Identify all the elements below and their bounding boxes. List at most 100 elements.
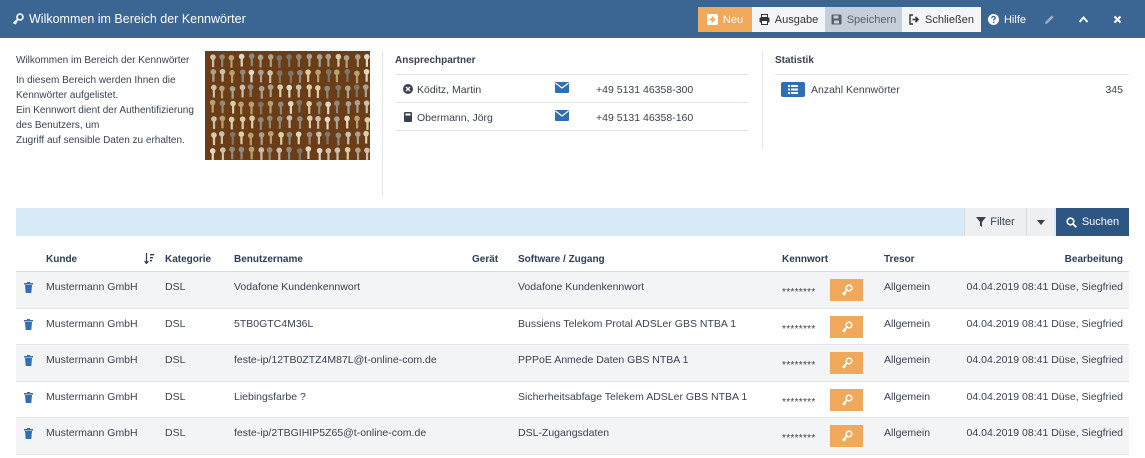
print-icon bbox=[759, 14, 770, 25]
table-header: Kunde Kategorie Benutzername Gerät Softw… bbox=[16, 248, 1129, 272]
filter-button-label: Filter bbox=[990, 216, 1015, 228]
cell-kunde: Mustermann GmbH bbox=[46, 317, 138, 330]
table-row[interactable]: Mustermann GmbH DSL feste-ip/2TBGIHIP5Z65@… bbox=[16, 418, 1129, 455]
cell-kennwort: ******** bbox=[782, 360, 816, 371]
contact-name: Köditz, Martin bbox=[417, 84, 482, 96]
filter-button[interactable]: Filter bbox=[964, 208, 1026, 236]
cell-benutzername: 5TB0GTC4M36L bbox=[234, 317, 314, 330]
sort-icon[interactable] bbox=[144, 253, 154, 264]
reveal-password-button[interactable] bbox=[830, 425, 863, 447]
column-header-kunde[interactable]: Kunde bbox=[46, 254, 77, 265]
reveal-password-button[interactable] bbox=[830, 315, 863, 338]
intro-paragraph: Ein Kennwort dient der Authentifizierung… bbox=[16, 105, 194, 131]
stat-row: Anzahl Kennwörter 345 bbox=[775, 75, 1129, 104]
intro-heading: Wilkommen im Bereich der Kennwörter bbox=[16, 55, 190, 66]
help-button[interactable]: Hilfe bbox=[983, 7, 1031, 32]
cell-tresor: Allgemein bbox=[884, 281, 931, 293]
new-button-label: Neu bbox=[722, 13, 744, 26]
trash-icon[interactable] bbox=[24, 282, 33, 293]
cell-software: Bussiens Telekom Protal ADSLer GBS NTBA … bbox=[518, 317, 737, 330]
output-button-label: Ausgabe bbox=[774, 13, 819, 26]
cell-software: PPPoE Anmede Daten GBS NTBA 1 bbox=[518, 354, 689, 366]
column-header-tresor[interactable]: Tresor bbox=[884, 254, 915, 265]
column-header-bearbeitung[interactable]: Bearbeitung bbox=[1065, 254, 1123, 265]
cell-kennwort: ******** bbox=[782, 396, 816, 408]
envelope-icon[interactable] bbox=[555, 82, 569, 93]
pencil-icon bbox=[1044, 15, 1054, 24]
table-row[interactable]: Mustermann GmbH DSL feste-ip/12TB0ZTZ4M87L… bbox=[16, 345, 1129, 382]
table-row[interactable]: Mustermann GmbH DSL Vodafone Kundenkennwor… bbox=[16, 272, 1129, 309]
cell-kunde: Mustermann GmbH bbox=[46, 281, 138, 293]
search-button-label: Suchen bbox=[1081, 216, 1120, 228]
collapse-button[interactable] bbox=[1070, 7, 1096, 32]
stat-label: Anzahl Kennwörter bbox=[811, 84, 900, 96]
column-header-software[interactable]: Software / Zugang bbox=[518, 254, 605, 265]
stat-value: 345 bbox=[1105, 84, 1123, 96]
keys-image bbox=[205, 51, 370, 160]
close-button[interactable]: Schließen bbox=[902, 7, 981, 32]
page-title: Wilkommen im Bereich der Kennwörter bbox=[12, 12, 246, 26]
cell-software: DSL-Zugangsdaten bbox=[518, 427, 610, 439]
window-close-button[interactable] bbox=[1104, 7, 1130, 32]
cell-benutzername: feste-ip/2TBGIHIP5Z65@t-online-com.de bbox=[234, 427, 427, 439]
contact-name: Obermann, Jörg bbox=[417, 112, 493, 124]
contact-row: Obermann, Jörg +49 5131 46358-160 bbox=[395, 103, 749, 131]
cell-kunde: Mustermann GmbH bbox=[46, 354, 138, 366]
cell-kategorie: DSL bbox=[165, 317, 186, 330]
contact-phone: +49 5131 46358-160 bbox=[596, 112, 694, 124]
filter-icon bbox=[976, 217, 987, 227]
cell-tresor: Allgemein bbox=[884, 390, 931, 403]
column-header-kategorie[interactable]: Kategorie bbox=[165, 254, 211, 265]
reveal-password-button[interactable] bbox=[830, 352, 863, 374]
cell-benutzername: feste-ip/12TB0ZTZ4M87L@t-online-com.de bbox=[234, 354, 437, 366]
trash-icon[interactable] bbox=[24, 355, 33, 366]
list-icon bbox=[788, 85, 798, 94]
list-badge bbox=[781, 82, 805, 97]
statistics-panel: Statistik Anzahl Kennwörter 345 bbox=[775, 55, 1129, 104]
trash-icon[interactable] bbox=[24, 318, 33, 330]
key-icon bbox=[841, 430, 853, 442]
question-circle-icon bbox=[987, 14, 999, 25]
intro-paragraph: Zugriff auf sensible Daten zu erhalten. bbox=[16, 135, 185, 146]
cell-tresor: Allgemein bbox=[884, 427, 931, 439]
save-icon bbox=[831, 14, 842, 25]
divider bbox=[382, 51, 383, 196]
divider bbox=[762, 51, 763, 149]
filter-dropdown-toggle[interactable] bbox=[1026, 208, 1054, 236]
close-button-label: Schließen bbox=[925, 13, 974, 26]
trash-icon[interactable] bbox=[24, 428, 33, 439]
cell-kennwort: ******** bbox=[782, 287, 816, 298]
contact-phone: +49 5131 46358-300 bbox=[596, 84, 694, 96]
column-header-kennwort[interactable]: Kennwort bbox=[782, 254, 828, 265]
save-button[interactable]: Speichern bbox=[825, 7, 902, 32]
sign-out-icon bbox=[909, 14, 920, 25]
output-button[interactable]: Ausgabe bbox=[752, 7, 825, 32]
key-icon bbox=[841, 284, 853, 296]
column-header-geraet[interactable]: Gerät bbox=[472, 254, 498, 265]
help-button-label: Hilfe bbox=[1003, 13, 1026, 26]
table-row[interactable]: Mustermann GmbH DSL Liebingsfarbe ? Sicherh… bbox=[16, 382, 1129, 418]
contacts-panel: Ansprechpartner Köditz, Martin +49 5131 … bbox=[395, 55, 749, 131]
cell-kunde: Mustermann GmbH bbox=[46, 427, 138, 439]
edit-button[interactable] bbox=[1036, 7, 1062, 32]
search-button[interactable]: Suchen bbox=[1056, 208, 1129, 236]
cell-kategorie: DSL bbox=[165, 390, 186, 403]
cell-kennwort: ******** bbox=[782, 433, 816, 444]
close-icon bbox=[1113, 15, 1121, 24]
reveal-password-button[interactable] bbox=[830, 279, 863, 301]
reveal-password-button[interactable] bbox=[830, 388, 863, 411]
envelope-icon[interactable] bbox=[555, 110, 569, 121]
chevron-up-icon bbox=[1078, 15, 1088, 23]
cell-bearbeitung: 04.04.2019 08:41 Düse, Siegfried bbox=[966, 390, 1123, 403]
key-icon bbox=[12, 13, 24, 25]
column-header-benutzername[interactable]: Benutzername bbox=[234, 254, 303, 265]
key-icon bbox=[841, 393, 853, 406]
cell-bearbeitung: 04.04.2019 08:41 Düse, Siegfried bbox=[966, 281, 1123, 293]
trash-icon[interactable] bbox=[24, 391, 33, 403]
table-row[interactable]: Mustermann GmbH DSL 5TB0GTC4M36L Bussiens T… bbox=[16, 309, 1129, 345]
cell-bearbeitung: 04.04.2019 08:41 Düse, Siegfried bbox=[966, 427, 1123, 439]
cell-kategorie: DSL bbox=[165, 354, 186, 366]
cell-software: Sicherheitsabfage Telekem ADSLer GBS NTB… bbox=[518, 390, 748, 403]
contacts-heading: Ansprechpartner bbox=[395, 55, 749, 75]
new-button[interactable]: Neu bbox=[698, 7, 752, 32]
